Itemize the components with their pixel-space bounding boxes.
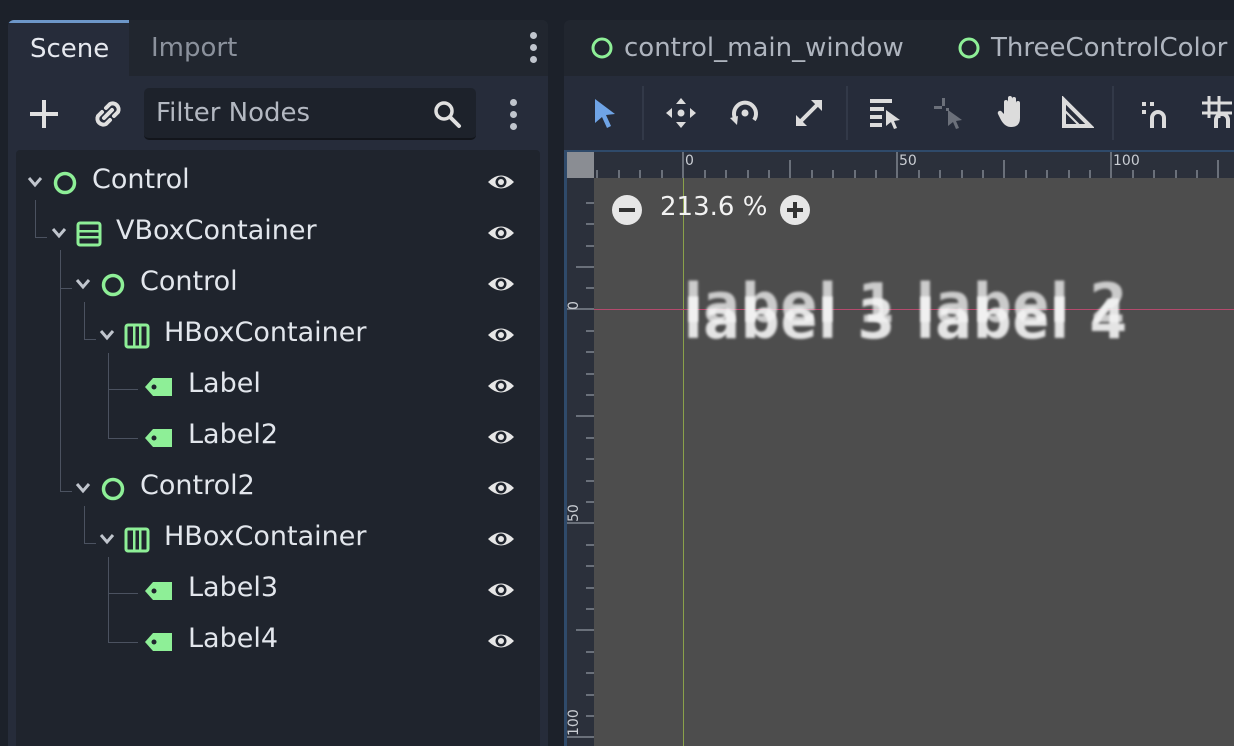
scene-tab-label: control_main_window — [624, 33, 904, 63]
label-node-icon — [145, 429, 172, 447]
ruler-top-label: 50 — [899, 153, 917, 169]
visibility-eye-icon[interactable] — [486, 526, 516, 552]
label-node-icon — [145, 633, 172, 651]
link-icon[interactable] — [92, 98, 124, 130]
viewport-canvas[interactable]: 213.6 % label 1 label 2 label 3 label 4 — [594, 178, 1234, 746]
visibility-eye-icon[interactable] — [486, 373, 516, 399]
scene-tab-label: ThreeControlColor — [991, 33, 1228, 63]
tree-row-label4[interactable]: Label4 — [16, 617, 540, 667]
tree-label: Control — [140, 266, 238, 297]
tab-import[interactable]: Import — [129, 20, 259, 76]
chevron-down-icon[interactable] — [98, 531, 116, 547]
editor-scene-tabs: control_main_window ThreeControlColor — [564, 20, 1234, 76]
control-node-icon — [958, 37, 980, 59]
smart-snap-icon[interactable] — [1138, 96, 1172, 130]
control-node-icon — [591, 37, 613, 59]
scene-tab-threecontrolcolor[interactable]: ThreeControlColor — [957, 20, 1227, 76]
tree-label: Label4 — [188, 623, 279, 654]
tree-label: HBoxContainer — [164, 317, 367, 348]
ruler-top-label: 100 — [1113, 153, 1140, 169]
scene-dock: Scene Import Filter Nodes Control VBoxCo… — [8, 20, 548, 746]
zoom-in-button[interactable] — [779, 194, 811, 226]
tree-row-control[interactable]: Control — [16, 260, 540, 310]
visibility-eye-icon[interactable] — [486, 169, 516, 195]
visibility-eye-icon[interactable] — [486, 220, 516, 246]
hbox-node-icon — [124, 323, 150, 349]
tree-label: Label — [188, 368, 261, 399]
scene-tab-control-main-window[interactable]: control_main_window — [590, 20, 904, 76]
chevron-down-icon[interactable] — [50, 225, 68, 241]
zoom-level[interactable]: 213.6 % — [660, 192, 767, 222]
scale-icon[interactable] — [792, 96, 826, 130]
visibility-eye-icon[interactable] — [486, 628, 516, 654]
ruler-left-label: 0 — [566, 301, 582, 310]
visibility-eye-icon[interactable] — [486, 271, 516, 297]
tree-row-hboxcontainer[interactable]: HBoxContainer — [16, 311, 540, 361]
move-icon[interactable] — [664, 96, 698, 130]
tree-label: VBoxContainer — [116, 215, 317, 246]
chevron-down-icon[interactable] — [74, 480, 92, 496]
ruler-corner — [567, 152, 594, 178]
plus-icon[interactable] — [28, 98, 60, 130]
visibility-eye-icon[interactable] — [486, 577, 516, 603]
hbox-node-icon — [124, 527, 150, 553]
search-icon — [434, 101, 461, 128]
label-node-icon — [145, 582, 172, 600]
pivot-icon[interactable] — [932, 96, 966, 130]
visibility-eye-icon[interactable] — [486, 475, 516, 501]
pan-icon[interactable] — [996, 94, 1030, 130]
tree-label: Label3 — [188, 572, 279, 603]
tree-row-control2[interactable]: Control2 — [16, 464, 540, 514]
dock-menu-icon[interactable] — [528, 32, 538, 64]
chevron-down-icon[interactable] — [98, 327, 116, 343]
tree-label: Control2 — [140, 470, 255, 501]
ruler-left-label: 50 — [566, 504, 582, 522]
filter-nodes-input[interactable] — [144, 88, 424, 138]
rotate-icon[interactable] — [728, 96, 762, 130]
ruler-top-label: 0 — [685, 153, 694, 169]
tree-row-vboxcontainer[interactable]: VBoxContainer — [16, 209, 540, 259]
tree-label: Control — [92, 164, 190, 195]
filter-box — [144, 88, 476, 140]
chevron-down-icon[interactable] — [74, 276, 92, 292]
list-select-icon[interactable] — [868, 96, 902, 130]
control-node-icon — [101, 273, 125, 297]
control-node-icon — [101, 477, 125, 501]
canvas-label-3[interactable]: label 3 — [684, 288, 896, 351]
tree-label: HBoxContainer — [164, 521, 367, 552]
tree-row-label2[interactable]: Label2 — [16, 413, 540, 463]
tree-row-label[interactable]: Label — [16, 362, 540, 412]
dock-tabbar: Scene Import — [8, 20, 548, 76]
select-icon[interactable] — [590, 96, 620, 130]
grid-snap-icon[interactable] — [1200, 94, 1234, 130]
visibility-eye-icon[interactable] — [486, 322, 516, 348]
tree-row-control[interactable]: Control — [16, 158, 540, 208]
origin-guide-vertical — [683, 178, 684, 746]
ruler-left — [567, 178, 594, 746]
canvas-label-4[interactable]: label 4 — [916, 288, 1128, 351]
tree-label: Label2 — [188, 419, 279, 450]
chevron-down-icon[interactable] — [26, 174, 44, 190]
tree-menu-icon[interactable] — [508, 99, 518, 135]
tab-scene[interactable]: Scene — [8, 20, 129, 76]
zoom-out-button[interactable] — [611, 194, 643, 226]
control-node-icon — [53, 171, 77, 195]
ruler-left-label: 100 — [566, 709, 582, 736]
label-node-icon — [145, 378, 172, 396]
vbox-node-icon — [76, 221, 102, 247]
ruler-icon[interactable] — [1060, 96, 1094, 130]
scene-tree: Control VBoxContainer Control HBoxContai… — [16, 150, 540, 746]
editor-toolbar — [564, 76, 1234, 150]
visibility-eye-icon[interactable] — [486, 424, 516, 450]
tree-row-label3[interactable]: Label3 — [16, 566, 540, 616]
tree-row-hboxcontainer[interactable]: HBoxContainer — [16, 515, 540, 565]
